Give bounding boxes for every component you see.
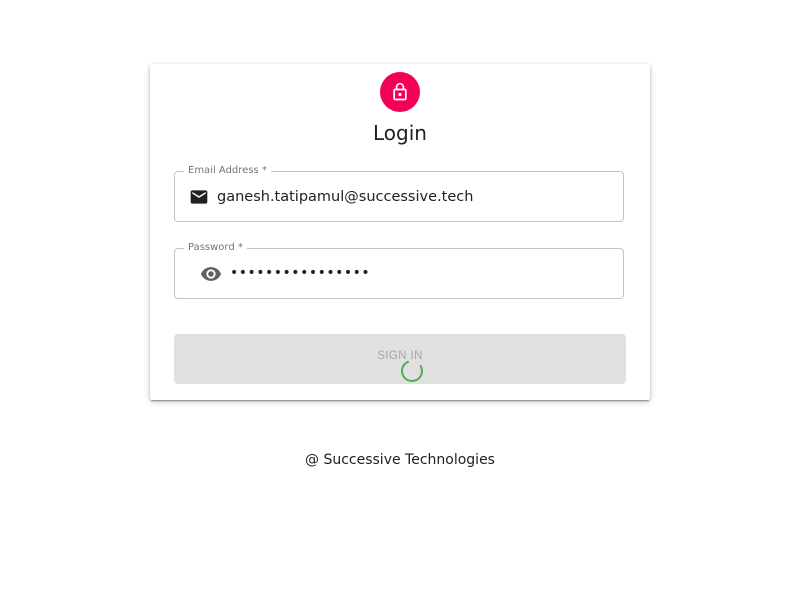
footer-copyright: @ Successive Technologies [305,452,495,468]
password-input[interactable]: •••••••••••••••• [230,263,370,283]
eye-icon[interactable] [199,264,223,284]
email-input[interactable]: ganesh.tatipamul@successive.tech [217,187,473,207]
password-field-label: Password * [184,241,247,255]
page-title: Login [373,121,427,145]
sign-in-button[interactable]: SIGN IN [174,334,626,384]
password-field[interactable]: Password * •••••••••••••••• [174,241,624,299]
avatar [380,72,420,112]
lock-outline-icon [390,82,410,102]
loading-spinner-icon [400,359,424,383]
email-field-label: Email Address * [184,164,271,178]
login-card: Login Email Address * ganesh.tatipamul@s… [150,64,650,400]
email-icon [189,187,209,207]
email-field[interactable]: Email Address * ganesh.tatipamul@success… [174,164,624,222]
